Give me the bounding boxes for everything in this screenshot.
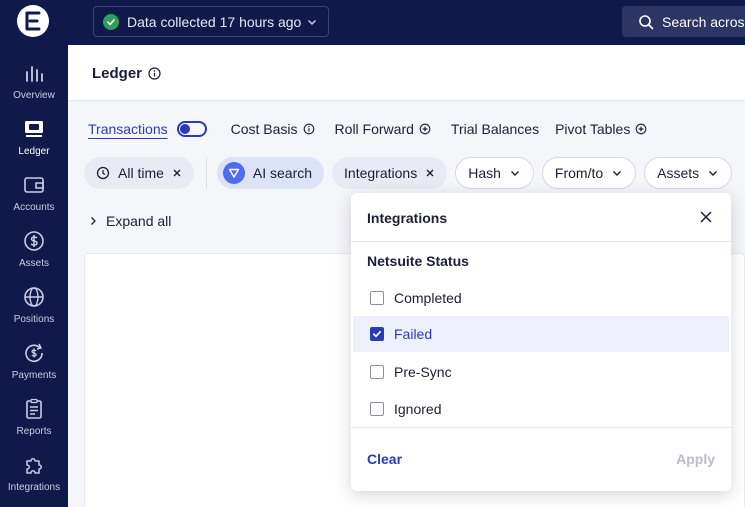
wallet-icon xyxy=(24,177,44,193)
close-icon[interactable] xyxy=(172,168,182,178)
checkbox[interactable] xyxy=(370,365,384,379)
page-header: Ledger xyxy=(68,45,745,101)
hash-label: Hash xyxy=(468,165,501,181)
assets-label: Assets xyxy=(657,165,700,181)
from-to-filter-dropdown[interactable]: From/to xyxy=(541,157,637,189)
dropdown-divider xyxy=(351,241,731,242)
tab-label: Transactions xyxy=(88,121,168,137)
sidebar-item-integrations[interactable]: Integrations xyxy=(0,454,68,507)
filter-bar: All time AI search Integrations Hash Fro… xyxy=(84,157,740,189)
bar-chart-icon xyxy=(26,66,43,82)
option-ignored[interactable]: Ignored xyxy=(353,391,729,427)
tab-trial-balances[interactable]: Trial Balances xyxy=(451,121,539,137)
chevron-down-icon xyxy=(510,171,519,176)
app-logo[interactable] xyxy=(17,5,49,37)
sidebar-item-label: Accounts xyxy=(13,202,55,213)
dollar-circle-icon xyxy=(24,231,44,251)
dropdown-divider xyxy=(351,427,731,428)
checkbox-checked[interactable] xyxy=(370,327,384,341)
option-failed[interactable]: Failed xyxy=(353,316,729,352)
tab-label: Cost Basis xyxy=(230,121,298,137)
checkbox[interactable] xyxy=(370,402,384,416)
checkmark-icon xyxy=(372,330,382,338)
ai-search-button[interactable]: AI search xyxy=(216,157,325,189)
page-title-text: Ledger xyxy=(92,65,143,82)
sidebar-item-ledger[interactable]: Ledger xyxy=(0,118,68,174)
option-label: Failed xyxy=(394,326,433,342)
sidebar-item-label: Integrations xyxy=(7,482,61,493)
option-pre-sync[interactable]: Pre-Sync xyxy=(353,354,729,390)
chevron-right-icon xyxy=(91,217,96,225)
tab-label: Pivot Tables xyxy=(555,121,631,137)
option-label: Pre-Sync xyxy=(394,364,452,380)
ai-search-label: AI search xyxy=(252,165,313,181)
chevron-down-icon xyxy=(613,171,622,176)
view-tabs: Transactions Cost Basis Roll Forward Tri… xyxy=(88,121,647,137)
close-icon[interactable] xyxy=(699,210,713,224)
dropdown-title: Integrations xyxy=(367,210,448,226)
check-circle-icon xyxy=(103,13,119,30)
sidebar-item-accounts[interactable]: Accounts xyxy=(0,174,68,230)
sidebar-item-overview[interactable]: Overview xyxy=(0,62,68,118)
sidebar: Overview Ledger Accounts Assets Position… xyxy=(0,0,68,507)
puzzle-icon xyxy=(26,458,42,474)
info-icon xyxy=(303,123,314,135)
search-icon xyxy=(639,14,654,29)
data-status-text: Data collected 17 hours ago xyxy=(127,13,302,30)
global-search-label: Search across xyxy=(662,13,745,30)
expand-all-button[interactable]: Expand all xyxy=(88,213,171,229)
sidebar-item-label: Payments xyxy=(11,370,57,381)
integrations-dropdown: Integrations Netsuite Status Completed F… xyxy=(351,193,731,491)
clock-icon xyxy=(96,166,110,180)
top-bar: Data collected 17 hours ago Search acros… xyxy=(68,0,745,45)
chevron-down-icon xyxy=(709,171,718,176)
option-label: Ignored xyxy=(394,401,442,417)
ledger-icon xyxy=(25,121,43,137)
apply-button[interactable]: Apply xyxy=(676,451,715,467)
tab-label: Trial Balances xyxy=(450,121,540,137)
add-circle-icon xyxy=(635,123,647,135)
data-status-dropdown[interactable]: Data collected 17 hours ago xyxy=(93,6,329,37)
sidebar-item-assets[interactable]: Assets xyxy=(0,230,68,286)
sidebar-item-positions[interactable]: Positions xyxy=(0,286,68,342)
integrations-label: Integrations xyxy=(344,165,418,181)
tab-label: Roll Forward xyxy=(334,121,414,137)
integrations-filter-chip[interactable]: Integrations xyxy=(332,157,448,189)
sidebar-item-reports[interactable]: Reports xyxy=(0,398,68,454)
option-completed[interactable]: Completed xyxy=(353,280,729,316)
sidebar-item-label: Assets xyxy=(18,258,49,269)
globe-icon xyxy=(24,287,44,307)
sidebar-item-payments[interactable]: Payments xyxy=(0,342,68,398)
netsuite-status-heading: Netsuite Status xyxy=(367,253,469,269)
clipboard-icon xyxy=(26,398,42,419)
close-icon[interactable] xyxy=(425,168,435,178)
sidebar-item-label: Reports xyxy=(16,426,52,437)
sidebar-item-label: Overview xyxy=(13,90,55,101)
all-time-label: All time xyxy=(118,165,164,181)
tab-roll-forward[interactable]: Roll Forward xyxy=(335,121,431,137)
page-title: Ledger xyxy=(92,65,161,82)
expand-all-label: Expand all xyxy=(106,213,172,229)
global-search-button[interactable]: Search across xyxy=(622,6,745,37)
sidebar-item-label: Positions xyxy=(13,314,55,325)
tab-cost-basis[interactable]: Cost Basis xyxy=(231,121,315,137)
assets-filter-dropdown[interactable]: Assets xyxy=(644,157,733,189)
add-circle-icon xyxy=(419,123,431,135)
hash-filter-dropdown[interactable]: Hash xyxy=(455,157,534,189)
option-label: Completed xyxy=(394,290,462,306)
all-time-filter-chip[interactable]: All time xyxy=(84,157,194,189)
logo-icon xyxy=(25,11,41,31)
from-to-label: From/to xyxy=(554,165,604,181)
ai-triangle-icon xyxy=(222,162,245,184)
info-icon[interactable] xyxy=(148,67,161,80)
tab-pivot-tables[interactable]: Pivot Tables xyxy=(555,121,647,137)
transactions-toggle[interactable] xyxy=(176,121,207,137)
filter-divider xyxy=(205,157,207,189)
chevron-down-icon xyxy=(307,19,317,26)
tab-transactions[interactable]: Transactions xyxy=(88,121,168,137)
sidebar-item-label: Ledger xyxy=(18,146,50,157)
clear-button[interactable]: Clear xyxy=(367,451,402,467)
checkbox[interactable] xyxy=(370,291,384,305)
payments-icon xyxy=(25,343,43,363)
